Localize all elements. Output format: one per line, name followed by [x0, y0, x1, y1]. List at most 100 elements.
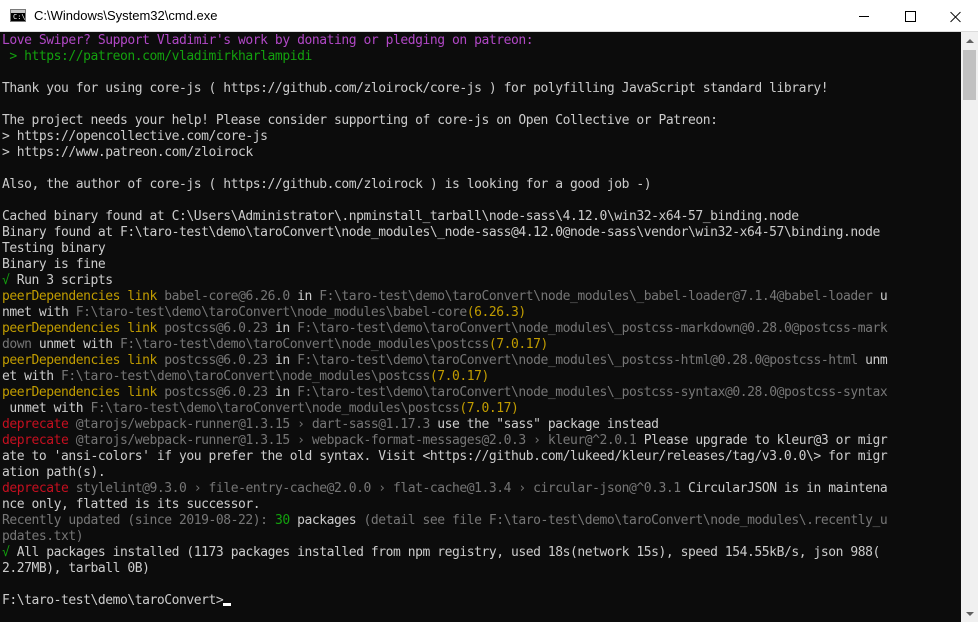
console-line: unmet with F:\taro-test\demo\taroConvert… — [2, 401, 961, 417]
console-text: postcss@6.0.23 — [164, 321, 268, 336]
console-text: The project needs your help! Please cons… — [2, 113, 718, 128]
title-bar[interactable]: C:\ C:\Windows\System32\cmd.exe — [0, 0, 978, 32]
console-text: u — [872, 289, 888, 304]
console-text: (detail see file F:\taro-test\demo\taroC… — [363, 513, 888, 528]
console-text: Binary is fine — [2, 257, 106, 272]
console-line: deprecate @tarojs/webpack-runner@1.3.15 … — [2, 433, 961, 449]
close-icon — [950, 11, 961, 22]
console-line: down unmet with F:\taro-test\demo\taroCo… — [2, 337, 961, 353]
minimize-icon — [859, 15, 869, 17]
console-text: in — [267, 353, 298, 368]
console-text: nce only, flatted is its successor. — [2, 497, 261, 512]
console-line: F:\taro-test\demo\taroConvert> — [2, 593, 961, 609]
console-text: unm — [857, 353, 888, 368]
console-text: F:\taro-test\demo\taroConvert\node_modul… — [297, 385, 888, 400]
console-line: peerDependencies link postcss@6.0.23 in … — [2, 385, 961, 401]
arrow-down-icon — [965, 611, 974, 616]
console-line: pdates.txt) — [2, 529, 961, 545]
console-line: > https://www.patreon.com/zloirock — [2, 145, 961, 161]
maximize-icon — [904, 10, 916, 22]
scrollbar-thumb[interactable] — [963, 50, 976, 100]
console-line: peerDependencies link postcss@6.0.23 in … — [2, 321, 961, 337]
console-text: Thank you for using core-js ( https://gi… — [2, 81, 829, 96]
console-text: > https://patreon.com/vladimirkharlampid… — [2, 49, 312, 64]
console-text: stylelint@9.3.0 › file-entry-cache@2.0.0… — [75, 481, 681, 496]
close-button[interactable] — [932, 0, 978, 32]
console-text: Testing binary — [2, 241, 106, 256]
console-text: peerDependencies link — [2, 289, 165, 304]
console-text: F:\taro-test\demo\taroConvert> — [2, 593, 224, 608]
cmd-icon-glyph: C:\ — [13, 13, 26, 21]
vertical-scrollbar[interactable] — [961, 32, 978, 622]
console-text: 2.27MB), tarball 0B) — [2, 561, 150, 576]
console-line: peerDependencies link babel-core@6.26.0 … — [2, 289, 961, 305]
console-text: unmet with — [31, 337, 121, 352]
minimize-button[interactable] — [841, 0, 887, 32]
console-text: (7.0.17) — [429, 369, 489, 384]
console-text: down — [2, 337, 32, 352]
console-text: Please upgrade to kleur@3 or migr — [636, 433, 888, 448]
console-text: F:\taro-test\demo\taroConvert\node_modul… — [297, 321, 888, 336]
console-line: Binary is fine — [2, 257, 961, 273]
console-text: @tarojs/webpack-runner@1.3.15 › dart-sas… — [75, 417, 431, 432]
console-text: deprecate — [2, 481, 76, 496]
console-text: postcss@6.0.23 — [164, 385, 268, 400]
console-line: √ Run 3 scripts — [2, 273, 961, 289]
console-text: @tarojs/webpack-runner@1.3.15 › webpack-… — [75, 433, 637, 448]
console-line: 2.27MB), tarball 0B) — [2, 561, 961, 577]
console-text: peerDependencies link — [2, 353, 165, 368]
console-text: packages — [289, 513, 364, 528]
console-text: F:\taro-test\demo\taroConvert\node_modul… — [61, 369, 430, 384]
console-text: deprecate — [2, 433, 76, 448]
console-text: Binary found at F:\taro-test\demo\taroCo… — [2, 225, 880, 240]
cmd-window: C:\ C:\Windows\System32\cmd.exe Love Swi… — [0, 0, 978, 622]
console-line: deprecate @tarojs/webpack-runner@1.3.15 … — [2, 417, 961, 433]
console-text: in — [267, 385, 298, 400]
console-text: > https://opencollective.com/core-js — [2, 129, 268, 144]
console-line: Recently updated (since 2019-08-22): 30 … — [2, 513, 961, 529]
console-line: nmet with F:\taro-test\demo\taroConvert\… — [2, 305, 961, 321]
maximize-button[interactable] — [887, 0, 933, 32]
console-line: nce only, flatted is its successor. — [2, 497, 961, 513]
console-text: pdates.txt) — [2, 529, 84, 544]
console-text: Also, the author of core-js ( https://gi… — [2, 177, 652, 192]
cmd-app-icon[interactable]: C:\ — [10, 9, 26, 22]
console-text: F:\taro-test\demo\taroConvert\node_modul… — [319, 289, 873, 304]
console-line: et with F:\taro-test\demo\taroConvert\no… — [2, 369, 961, 385]
console-text: Love Swiper? Support Vladimir's work by … — [2, 33, 534, 48]
console-text: F:\taro-test\demo\taroConvert\node_modul… — [75, 305, 467, 320]
console-line: > https://patreon.com/vladimirkharlampid… — [2, 49, 961, 65]
console-line: Also, the author of core-js ( https://gi… — [2, 177, 961, 193]
console-text: use the "sass" package instead — [429, 417, 659, 432]
console-text: nmet with — [2, 305, 76, 320]
console-line: > https://opencollective.com/core-js — [2, 129, 961, 145]
console-text: in — [289, 289, 320, 304]
scroll-down-button[interactable] — [961, 605, 978, 622]
console-line: ation path(s). — [2, 465, 961, 481]
console-text: (7.0.17) — [459, 401, 519, 416]
console-line: √ All packages installed (1173 packages … — [2, 545, 961, 561]
console-text: peerDependencies link — [2, 321, 165, 336]
console-text: F:\taro-test\demo\taroConvert\node_modul… — [90, 401, 460, 416]
console-line: deprecate stylelint@9.3.0 › file-entry-c… — [2, 481, 961, 497]
console-text: et with — [2, 369, 62, 384]
console-line: Thank you for using core-js ( https://gi… — [2, 81, 961, 97]
scroll-up-button[interactable] — [961, 32, 978, 49]
console-text: 30 — [274, 513, 290, 528]
console-text: Run 3 scripts — [9, 273, 113, 288]
console-text: F:\taro-test\demo\taroConvert\node_modul… — [120, 337, 489, 352]
console-text: deprecate — [2, 417, 76, 432]
console-text: ate to 'ansi-colors' if you prefer the o… — [2, 449, 888, 464]
console-text: (6.26.3) — [466, 305, 526, 320]
console-line: ate to 'ansi-colors' if you prefer the o… — [2, 449, 961, 465]
console-text: F:\taro-test\demo\taroConvert\node_modul… — [297, 353, 858, 368]
console-output[interactable]: Love Swiper? Support Vladimir's work by … — [0, 32, 961, 622]
console-text: All packages installed (1173 packages in… — [9, 545, 881, 560]
console-line: Binary found at F:\taro-test\demo\taroCo… — [2, 225, 961, 241]
console-text: babel-core@6.26.0 — [164, 289, 290, 304]
window-title: C:\Windows\System32\cmd.exe — [34, 8, 218, 23]
